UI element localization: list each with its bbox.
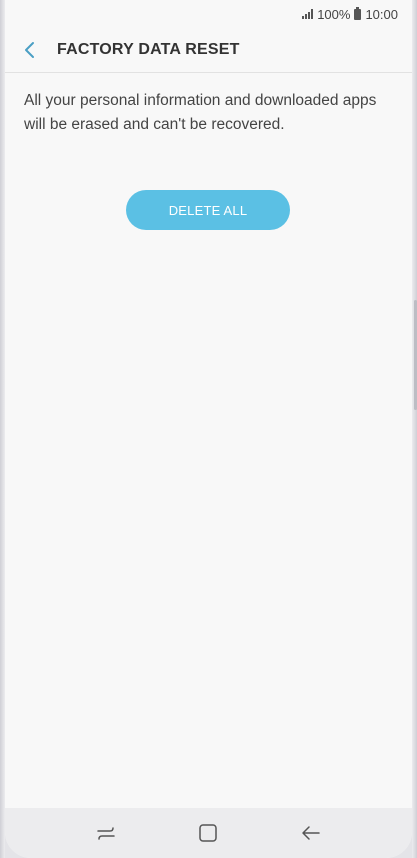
signal-icon [302,9,314,19]
recent-apps-icon [97,827,115,840]
recent-apps-button[interactable] [86,813,126,853]
status-bar: 100% 10:00 [5,0,412,28]
delete-all-button[interactable]: DELETE ALL [126,190,290,230]
page-title: FACTORY DATA RESET [57,41,240,58]
screen: 100% 10:00 FACTORY DATA RESET All your p… [5,0,412,858]
nav-back-button[interactable] [291,813,331,853]
clock: 10:00 [365,6,398,22]
back-button[interactable] [8,28,52,72]
reset-description: All your personal information and downlo… [24,92,377,133]
battery-percent: 100% [317,6,351,22]
chevron-left-icon [25,42,34,58]
battery-icon [354,6,362,20]
home-button[interactable] [188,813,228,853]
back-icon [302,826,320,840]
home-icon [199,824,218,842]
device-edge-right [412,0,417,858]
navigation-bar [5,808,412,858]
device-frame: 100% 10:00 FACTORY DATA RESET All your p… [0,0,417,858]
app-bar: FACTORY DATA RESET [5,28,412,73]
